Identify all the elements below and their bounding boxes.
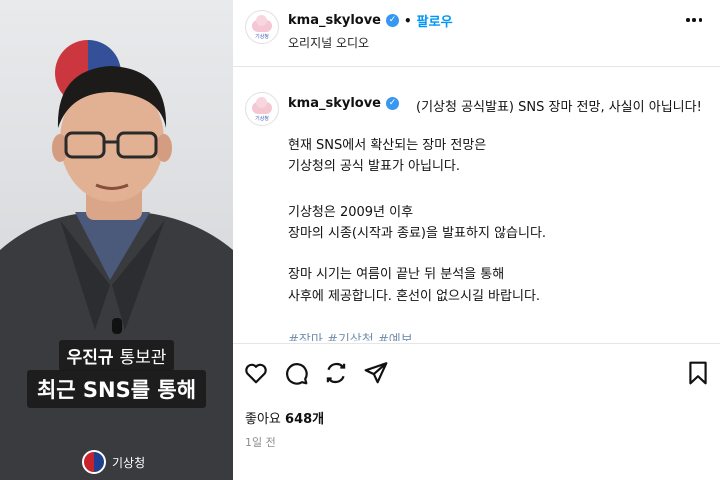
comment-icon[interactable]	[283, 360, 309, 386]
kma-logo-icon	[82, 450, 106, 474]
watermark-text: 기상청	[112, 455, 146, 470]
heart-icon[interactable]	[243, 360, 269, 386]
watermark: 기상청	[82, 450, 145, 474]
header-user-row: kma_skylove ✓ • 팔로우	[288, 11, 453, 30]
post-user-row: kma_skylove ✓	[288, 96, 399, 111]
caption-line: 최근 SNS를 통해	[26, 370, 207, 408]
repost-icon[interactable]	[323, 360, 349, 386]
likes-label: 좋아요	[245, 412, 281, 427]
post-line: 기상청의 공식 발표가 아닙니다.	[288, 159, 461, 174]
bookmark-icon[interactable]	[685, 360, 711, 386]
caption-name: 우진규	[66, 348, 114, 368]
instagram-panel: 기상청 kma_skylove ✓ • 팔로우 오리지널 오디오 기상청 kma…	[233, 0, 720, 480]
post-timestamp: 1일 전	[245, 436, 276, 449]
audio-label[interactable]: 오리지널 오디오	[288, 34, 369, 51]
header-username[interactable]: kma_skylove	[288, 13, 381, 28]
follow-button[interactable]: 팔로우	[417, 11, 453, 30]
video-panel[interactable]: 우진규 통보관 최근 SNS를 통해 기상청	[0, 0, 233, 480]
verified-badge-icon: ✓	[386, 14, 399, 27]
post-line: 장마의 시종(시작과 종료)을 발표하지 않습니다.	[288, 226, 547, 241]
actions-divider	[233, 343, 720, 344]
avatar-label: 기상청	[255, 34, 269, 40]
post-verified-badge-icon: ✓	[386, 97, 399, 110]
post-username[interactable]: kma_skylove	[288, 96, 381, 111]
more-options-icon[interactable]	[686, 18, 702, 22]
caption-title: 통보관	[119, 348, 167, 368]
header-divider	[233, 66, 720, 67]
likes-count[interactable]: 좋아요 648개	[245, 408, 324, 427]
caption-subtitle: 최근 SNS를 통해	[0, 370, 233, 408]
post-headline: (기상청 공식발표) SNS 장마 전망, 사실이 아닙니다!	[416, 100, 702, 115]
post-avatar[interactable]: 기상청	[245, 92, 279, 126]
post-line: 현재 SNS에서 확산되는 장마 전망은	[288, 138, 487, 153]
header-avatar[interactable]: 기상청	[245, 10, 279, 44]
caption-name-tag: 우진규 통보관	[0, 340, 233, 371]
separator-dot: •	[404, 13, 412, 28]
post-line: 장마 시기는 여름이 끝난 뒤 분석을 통해	[288, 267, 505, 282]
likes-value: 648개	[285, 412, 325, 427]
action-bar	[243, 360, 713, 388]
presenter-figure	[0, 66, 233, 480]
hashtags[interactable]: #장마 #기상청 #예보	[288, 329, 413, 341]
post-avatar-label: 기상청	[255, 116, 269, 122]
share-icon[interactable]	[363, 360, 389, 386]
post-line: 사후에 제공합니다. 혼선이 없으시길 바랍니다.	[288, 289, 541, 304]
post-line: 기상청은 2009년 이후	[288, 205, 414, 220]
